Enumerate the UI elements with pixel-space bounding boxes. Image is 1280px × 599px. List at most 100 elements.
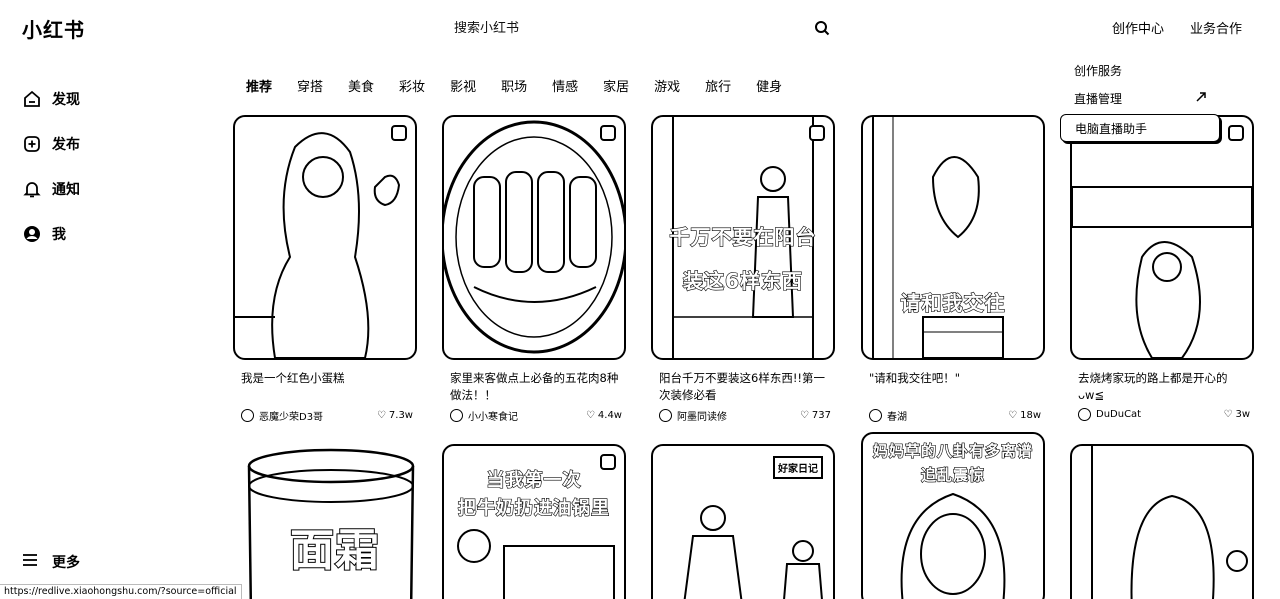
search-input[interactable] (440, 20, 812, 36)
like-button[interactable]: ♡ 7.3w (377, 410, 413, 421)
sidebar-more[interactable]: 更多 (22, 552, 80, 572)
cover-title: 妈妈草的八卦有多离谱 (872, 441, 1033, 460)
tab-games[interactable]: 游戏 (654, 76, 680, 96)
cover-logo: 好家日记 (773, 456, 823, 479)
avatar (869, 409, 882, 422)
heart-icon: ♡ (376, 410, 386, 421)
tab-outfit[interactable]: 穿搭 (297, 76, 323, 96)
note-meta: DuDuCat ♡ 3w (1070, 408, 1254, 421)
note-card[interactable] (1070, 444, 1254, 599)
like-count: 18w (1020, 410, 1041, 421)
note-author[interactable]: 春湖 (869, 408, 907, 423)
note-card[interactable]: 千万不要在阳台 装这6样东西 阳台千万不要装这6样东西!!第一次装修必看 阿墨同… (651, 115, 835, 423)
note-card[interactable]: 面霜 (243, 444, 427, 599)
note-image[interactable]: 面霜 (243, 444, 427, 599)
note-meta: 春湖 ♡ 18w (861, 408, 1045, 423)
cover-title: 装这6样东西 (682, 268, 803, 293)
avatar (450, 409, 463, 422)
tab-film[interactable]: 影视 (450, 76, 476, 96)
tab-travel[interactable]: 旅行 (705, 76, 731, 96)
sidebar-item-discover[interactable]: 发现 (22, 76, 202, 121)
like-button[interactable]: ♡ 18w (1008, 410, 1041, 421)
note-author[interactable]: 阿墨同读修 (659, 408, 727, 423)
menu-item-live-manage[interactable]: 直播管理 (1060, 84, 1220, 112)
menu-item-live-assistant[interactable]: 电脑直播助手 (1060, 114, 1220, 142)
author-name: 阿墨同读修 (677, 412, 727, 423)
video-badge-icon (809, 125, 825, 141)
note-image[interactable]: 千万不要在阳台 装这6样东西 (651, 115, 835, 360)
note-image[interactable] (442, 115, 626, 360)
note-author[interactable]: 恶魔少荣D3哥 (241, 408, 323, 423)
note-card[interactable]: 家里来客做点上必备的五花肉8种做法！！ 小小寒食记 ♡ 4.4w (442, 115, 626, 423)
note-card[interactable]: 好家日记 (651, 444, 835, 599)
note-image[interactable]: 好家日记 (651, 444, 835, 599)
heart-icon: ♡ (1008, 410, 1018, 421)
sidebar-item-me[interactable]: 我 (22, 211, 202, 256)
note-meta: 恶魔少荣D3哥 ♡ 7.3w (233, 408, 417, 423)
note-author[interactable]: DuDuCat (1078, 408, 1141, 421)
sidebar-item-label: 发布 (52, 136, 80, 153)
business-link[interactable]: 业务合作 (1190, 18, 1242, 37)
home-icon (22, 89, 42, 109)
plus-square-icon (22, 134, 42, 154)
note-image[interactable] (1070, 115, 1254, 360)
cover-title: 千万不要在阳台 (669, 224, 817, 249)
note-caption: 家里来客做点上必备的五花肉8种做法！！ (450, 371, 619, 402)
avatar-icon (22, 224, 42, 244)
tab-food[interactable]: 美食 (348, 76, 374, 96)
tab-recommend[interactable]: 推荐 (246, 76, 272, 96)
bell-icon (22, 179, 42, 199)
sidebar-item-publish[interactable]: 发布 (22, 121, 202, 166)
heart-icon: ♡ (585, 410, 595, 421)
creator-dropdown: 创作服务 直播管理 电脑直播助手 (1060, 58, 1220, 142)
cover-title: 当我第一次 (486, 469, 582, 491)
top-links: 创作中心 业务合作 (1112, 18, 1242, 37)
note-image[interactable] (233, 115, 417, 360)
video-badge-icon (600, 125, 616, 141)
like-button[interactable]: ♡ 3w (1223, 409, 1250, 420)
tab-career[interactable]: 职场 (501, 76, 527, 96)
logo[interactable]: 小红书 (22, 14, 85, 43)
note-image[interactable]: 当我第一次 把牛奶扔进油锅里 (442, 444, 626, 599)
author-name: 小小寒食记 (468, 412, 518, 423)
video-badge-icon (1228, 125, 1244, 141)
video-badge-icon (391, 125, 407, 141)
tab-fitness[interactable]: 健身 (756, 76, 782, 96)
channel-tabs: 推荐 穿搭 美食 彩妆 影视 职场 情感 家居 游戏 旅行 健身 (246, 76, 807, 96)
tab-makeup[interactable]: 彩妆 (399, 76, 425, 96)
heart-icon: ♡ (1223, 409, 1233, 420)
note-card[interactable]: 请和我交往 "请和我交往吧！" 春湖 ♡ 18w (861, 115, 1045, 423)
author-name: DuDuCat (1096, 409, 1142, 420)
note-image[interactable] (1070, 444, 1254, 599)
sidebar-item-label: 我 (52, 226, 66, 243)
tab-emotion[interactable]: 情感 (552, 76, 578, 96)
note-card[interactable]: 妈妈草的八卦有多离谱 追乱震惊 (861, 432, 1045, 599)
cover-title: 面霜 (289, 524, 380, 577)
avatar (241, 409, 254, 422)
sidebar: 发现 发布 通知 我 (22, 76, 202, 256)
cover-title: 追乱震惊 (920, 465, 985, 484)
status-url: https://redlive.xiaohongshu.com/?source=… (0, 584, 242, 599)
sidebar-item-notifications[interactable]: 通知 (22, 166, 202, 211)
note-card[interactable]: 当我第一次 把牛奶扔进油锅里 (442, 444, 626, 599)
note-author[interactable]: 小小寒食记 (450, 408, 518, 423)
like-count: 4.4w (597, 410, 622, 421)
note-card[interactable]: 我是一个红色小蛋糕 恶魔少荣D3哥 ♡ 7.3w (233, 115, 417, 423)
search-icon[interactable] (812, 18, 832, 38)
sidebar-item-label: 发现 (52, 91, 80, 108)
creator-center-link[interactable]: 创作中心 (1112, 18, 1164, 37)
like-count: 3w (1235, 409, 1250, 420)
note-card[interactable]: 去烧烤家玩的路上都是开心的ᴗw≦ DuDuCat ♡ 3w (1070, 115, 1254, 421)
like-button[interactable]: ♡ 737 (800, 410, 831, 421)
menu-item-label: 电脑直播助手 (1075, 121, 1148, 136)
note-image[interactable]: 请和我交往 (861, 115, 1045, 360)
note-image[interactable]: 妈妈草的八卦有多离谱 追乱震惊 (861, 432, 1045, 599)
avatar (1078, 408, 1091, 421)
tab-home[interactable]: 家居 (603, 76, 629, 96)
note-caption: 阳台千万不要装这6样东西!!第一次装修必看 (659, 371, 826, 402)
like-button[interactable]: ♡ 4.4w (586, 410, 622, 421)
author-name: 恶魔少荣D3哥 (259, 412, 324, 423)
note-caption: 我是一个红色小蛋糕 (241, 371, 345, 385)
search-bar[interactable] (440, 12, 832, 44)
note-meta: 小小寒食记 ♡ 4.4w (442, 408, 626, 423)
